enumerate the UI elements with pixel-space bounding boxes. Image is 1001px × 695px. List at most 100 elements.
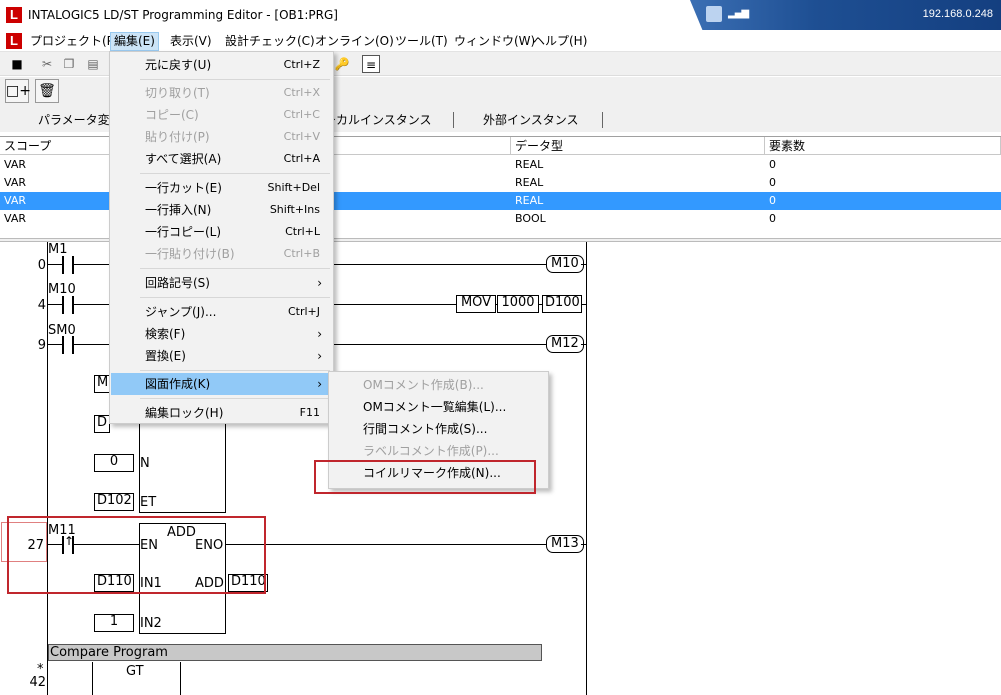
contact-symbol[interactable] xyxy=(62,296,74,314)
coil[interactable]: M13 xyxy=(546,535,584,553)
submenu-item-label-comment[interactable]: ラベルコメント作成(P)... xyxy=(330,440,548,462)
title-bar: L INTALOGIC5 LD/ST Programming Editor - … xyxy=(0,0,1001,30)
paste-icon[interactable]: ▤ xyxy=(84,55,102,73)
window-title: INTALOGIC5 LD/ST Programming Editor - [O… xyxy=(28,8,338,22)
menu-item-paste[interactable]: 貼り付け(P) Ctrl+V xyxy=(111,126,332,148)
cell-count: 0 xyxy=(769,176,776,189)
operand[interactable]: 1000 xyxy=(497,295,539,313)
compare-program-comment[interactable]: Compare Program xyxy=(48,644,542,661)
contact-label: M1 xyxy=(48,242,68,257)
block-border xyxy=(139,512,226,513)
contact-label: M10 xyxy=(48,282,76,297)
submenu-item-om-comment[interactable]: OMコメント作成(B)... xyxy=(330,374,548,396)
menu-online[interactable]: オンライン(O) xyxy=(312,32,397,51)
cell-scope: VAR xyxy=(4,158,26,171)
menu-item-insert-line[interactable]: 一行挿入(N) Shift+Ins xyxy=(111,199,332,221)
menu-design-check[interactable]: 設計チェック(C) xyxy=(222,32,318,51)
highlight-annotation xyxy=(7,516,266,594)
menu-edit[interactable]: 編集(E) xyxy=(110,32,159,51)
menu-item-drawing[interactable]: 図面作成(K) › xyxy=(111,373,332,395)
column-data-type[interactable]: データ型 xyxy=(511,137,765,155)
operand[interactable]: 0 xyxy=(94,454,134,472)
tab-separator xyxy=(453,112,454,128)
rung-wire xyxy=(581,344,586,345)
menu-item-jump[interactable]: ジャンプ(J)... Ctrl+J xyxy=(111,301,332,323)
rung-wire xyxy=(581,264,586,265)
cell-type: BOOL xyxy=(515,212,546,225)
chevron-right-icon: › xyxy=(317,377,322,391)
cell-type: REAL xyxy=(515,176,544,189)
cut-icon[interactable]: ✂ xyxy=(38,55,56,73)
operand[interactable]: M xyxy=(94,375,110,393)
menu-item-replace[interactable]: 置換(E) › xyxy=(111,345,332,367)
menu-separator xyxy=(140,398,330,399)
cell-scope: VAR xyxy=(4,176,26,189)
chevron-right-icon: › xyxy=(317,327,322,341)
remote-connection-bar: ▂▄▆ 192.168.0.248 xyxy=(690,0,1001,30)
menu-item-copy-line[interactable]: 一行コピー(L) Ctrl+L xyxy=(111,221,332,243)
remote-ip: 192.168.0.248 xyxy=(922,8,993,20)
edit-menu-dropdown: 元に戻す(U) Ctrl+Z 切り取り(T) Ctrl+X コピー(C) Ctrl+C… xyxy=(109,51,334,424)
menu-view[interactable]: 表示(V) xyxy=(167,32,215,51)
cell-type: REAL xyxy=(515,194,544,207)
right-power-rail xyxy=(586,242,587,695)
submenu-item-line-comment[interactable]: 行間コメント作成(S)... xyxy=(330,418,548,440)
rung-wire xyxy=(226,544,546,545)
menu-item-undo[interactable]: 元に戻す(U) Ctrl+Z xyxy=(111,54,332,76)
delete-variable-icon[interactable]: 🗑 xyxy=(35,79,59,103)
menu-item-edit-lock[interactable]: 編集ロック(H) F11 xyxy=(111,402,332,424)
coil[interactable]: M10 xyxy=(546,255,584,273)
menu-separator xyxy=(140,297,330,298)
chevron-right-icon: › xyxy=(317,349,322,363)
signal-bars-icon: ▂▄▆ xyxy=(728,8,749,19)
menu-separator xyxy=(140,370,330,371)
step-number: 4 xyxy=(37,298,46,313)
tab-external-instance[interactable]: 外部インスタンス xyxy=(483,110,579,130)
step-number: 42 xyxy=(29,675,46,690)
menu-separator xyxy=(140,173,330,174)
pin-label: IN2 xyxy=(140,616,162,631)
app-menu-icon[interactable]: L xyxy=(6,33,22,49)
pin-label: ET xyxy=(140,495,157,510)
menu-tools[interactable]: ツール(T) xyxy=(392,32,451,51)
contact-symbol[interactable] xyxy=(62,256,74,274)
menu-item-cut-line[interactable]: 一行カット(E) Shift+Del xyxy=(111,177,332,199)
operand[interactable]: D100 xyxy=(542,295,582,313)
cell-type: REAL xyxy=(515,158,544,171)
cell-count: 0 xyxy=(769,194,776,207)
connection-icon xyxy=(706,6,722,22)
submenu-item-om-comment-list[interactable]: OMコメント一覧編集(L)... xyxy=(330,396,548,418)
cell-scope: VAR xyxy=(4,194,26,207)
highlight-annotation xyxy=(314,460,536,494)
menu-item-search[interactable]: 検索(F) › xyxy=(111,323,332,345)
list-icon[interactable]: ≡ xyxy=(362,55,380,73)
contact-symbol[interactable] xyxy=(62,336,74,354)
operand[interactable]: D xyxy=(94,415,110,433)
left-power-rail xyxy=(47,242,48,695)
menu-item-paste-line[interactable]: 一行貼り付け(B) Ctrl+B xyxy=(111,243,332,265)
coil[interactable]: M12 xyxy=(546,335,584,353)
menu-help[interactable]: ヘルプ(H) xyxy=(530,32,590,51)
menu-item-cut[interactable]: 切り取り(T) Ctrl+X xyxy=(111,82,332,104)
cell-count: 0 xyxy=(769,158,776,171)
operand[interactable]: D102 xyxy=(94,493,134,511)
cell-count: 0 xyxy=(769,212,776,225)
rung-wire xyxy=(581,544,586,545)
menu-bar: L プロジェクト(P) 編集(E) 表示(V) 設計チェック(C) オンライン(… xyxy=(0,30,1001,52)
menu-item-circuit-symbol[interactable]: 回路記号(S) › xyxy=(111,272,332,294)
add-variable-icon[interactable]: □+ xyxy=(5,79,31,103)
key-icon[interactable]: 🔑 xyxy=(333,55,351,73)
instruction-mov[interactable]: MOV xyxy=(456,295,496,313)
copy-icon[interactable]: ❐ xyxy=(60,55,78,73)
operand[interactable]: 1 xyxy=(94,614,134,632)
save-icon[interactable]: ■ xyxy=(8,55,26,73)
column-element-count[interactable]: 要素数 xyxy=(765,137,1001,155)
menu-window[interactable]: ウィンドウ(W) xyxy=(451,32,538,51)
block-border xyxy=(180,662,181,695)
menu-item-copy[interactable]: コピー(C) Ctrl+C xyxy=(111,104,332,126)
menu-item-select-all[interactable]: すべて選択(A) Ctrl+A xyxy=(111,148,332,170)
menu-separator xyxy=(140,268,330,269)
menu-project[interactable]: プロジェクト(P) xyxy=(27,32,122,51)
menu-separator xyxy=(140,79,330,80)
function-name: GT xyxy=(126,664,144,679)
